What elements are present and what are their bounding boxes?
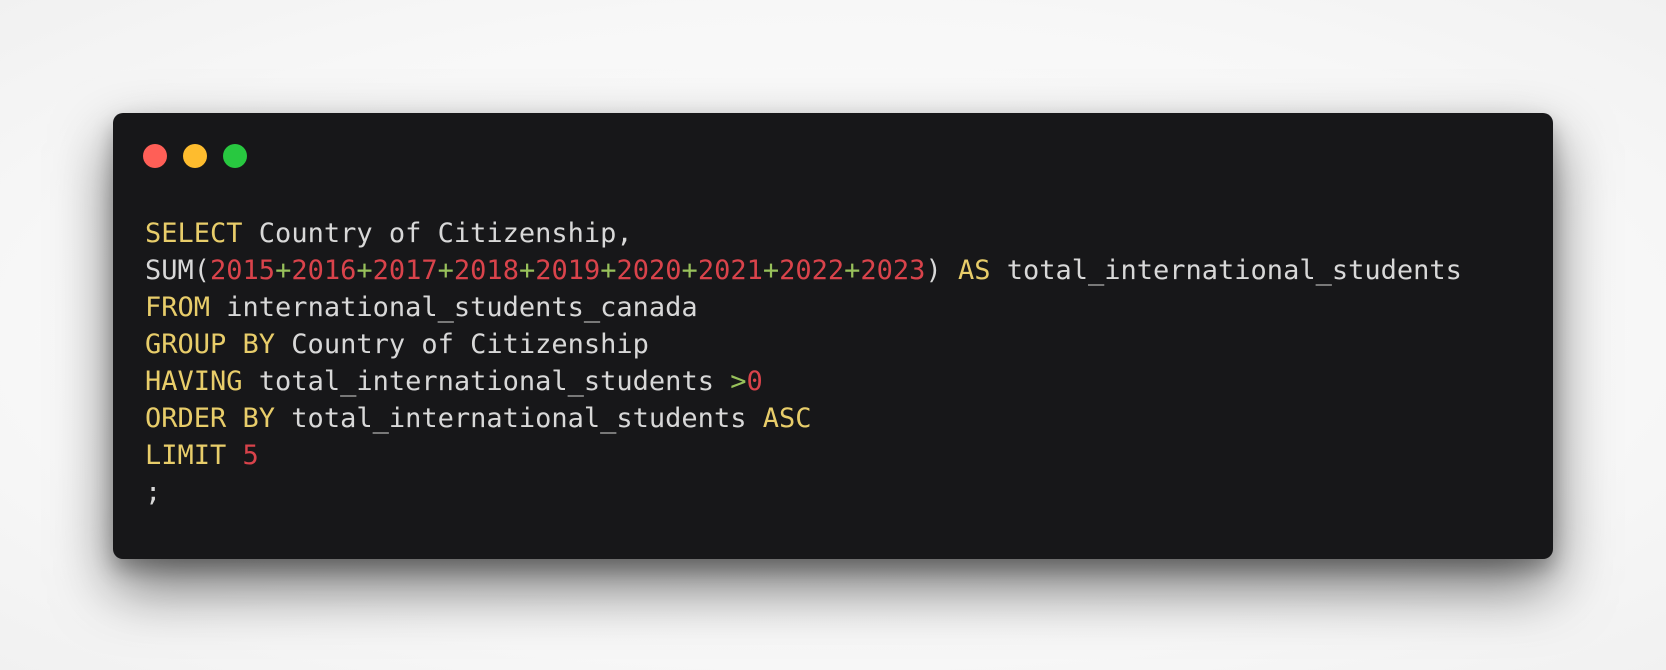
sql-operator: + — [275, 255, 292, 286]
sql-number: 2017 — [372, 255, 438, 286]
sql-number: 0 — [746, 366, 763, 397]
sql-operator: + — [844, 255, 861, 286]
sql-operator: + — [356, 255, 373, 286]
code-line: SUM(2015+2016+2017+2018+2019+2020+2021+2… — [145, 252, 1462, 289]
sql-number: 2023 — [860, 255, 926, 286]
sql-text: ) — [925, 255, 958, 286]
sql-operator: + — [762, 255, 780, 286]
sql-operator: + — [681, 255, 698, 286]
close-window-button[interactable] — [143, 144, 167, 168]
sql-keyword: LIMIT — [145, 440, 227, 471]
sql-keyword: SELECT — [145, 218, 243, 249]
sql-text: ; — [145, 477, 162, 508]
sql-operator: + — [600, 255, 617, 286]
sql-keyword: GROUP BY — [145, 329, 276, 360]
minimize-window-button[interactable] — [183, 144, 207, 168]
sql-operator: > — [730, 366, 747, 397]
sql-keyword: AS — [957, 255, 991, 286]
sql-number: 2020 — [616, 255, 682, 286]
sql-number: 5 — [242, 440, 259, 471]
sql-operator: + — [518, 255, 536, 286]
sql-operator: + — [437, 255, 454, 286]
sql-number: 2015 — [210, 255, 276, 286]
sql-number: 2019 — [535, 255, 601, 286]
code-line: FROM international_students_canada — [145, 289, 1462, 326]
sql-number: 2018 — [453, 255, 519, 286]
sql-text: Country of Citizenship — [275, 329, 649, 360]
code-line: SELECT Country of Citizenship, — [145, 215, 1462, 252]
code-line: HAVING total_international_students >0 — [145, 363, 1462, 400]
sql-text: total_international_students — [275, 403, 763, 434]
code-line: LIMIT 5 — [145, 437, 1462, 474]
sql-number: 2016 — [291, 255, 357, 286]
code-line: ORDER BY total_international_students AS… — [145, 400, 1462, 437]
sql-number: 2022 — [779, 255, 845, 286]
code-line: ; — [145, 474, 1462, 511]
sql-text: international_students_canada — [210, 292, 698, 323]
sql-text: Country of Citizenship, — [242, 218, 633, 249]
sql-keyword: HAVING — [145, 366, 243, 397]
maximize-window-button[interactable] — [223, 144, 247, 168]
sql-code-block: SELECT Country of Citizenship, SUM(2015+2… — [145, 215, 1462, 511]
sql-number: 2021 — [697, 255, 763, 286]
code-line: GROUP BY Country of Citizenship — [145, 326, 1462, 363]
window-controls — [143, 144, 247, 168]
sql-text: total_international_students — [990, 255, 1462, 286]
sql-text: total_international_students — [242, 366, 731, 397]
sql-text: SUM( — [145, 255, 211, 286]
code-window: SELECT Country of Citizenship, SUM(2015+2… — [113, 113, 1553, 559]
sql-keyword: ASC — [762, 403, 812, 434]
sql-keyword: FROM — [145, 292, 211, 323]
sql-keyword: ORDER BY — [145, 403, 276, 434]
